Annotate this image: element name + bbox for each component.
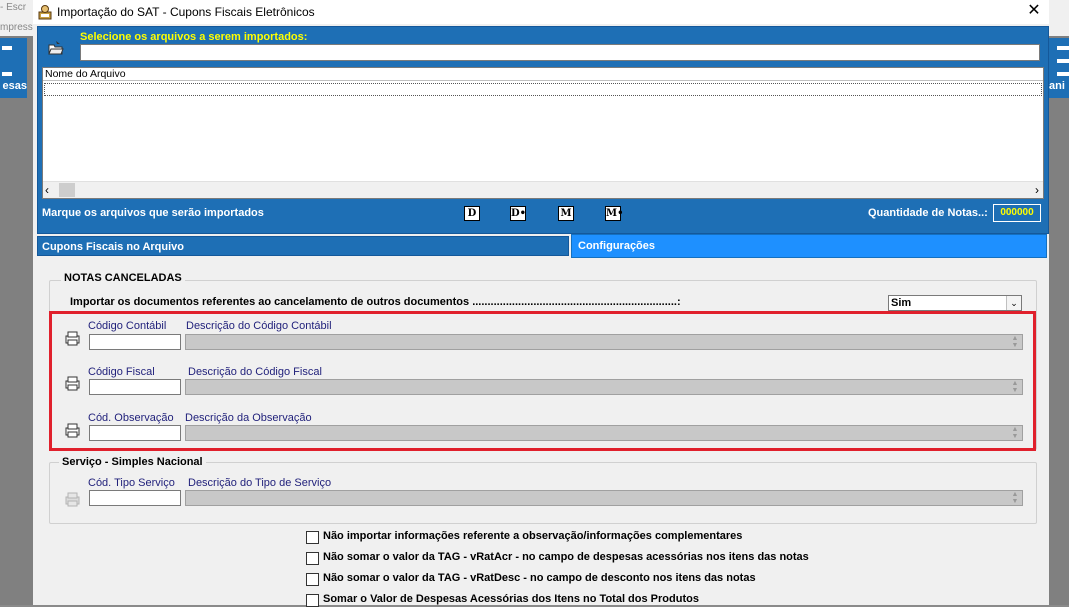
- printer-lookup-icon[interactable]: [64, 375, 82, 391]
- spin-icon: ▲ ▼: [1011, 380, 1019, 394]
- file-list-grid[interactable]: Nome do Arquivo ‹ ›: [42, 67, 1044, 199]
- codigo-fiscal-input[interactable]: [89, 379, 181, 395]
- import-dialog: Importação do SAT - Cupons Fiscais Eletr…: [33, 0, 1049, 607]
- grid-column-header[interactable]: Nome do Arquivo: [43, 68, 1043, 81]
- scrollbar-thumb[interactable]: [59, 183, 75, 197]
- window-title: Importação do SAT - Cupons Fiscais Eletr…: [57, 5, 315, 19]
- background-app-left-top: - Escr mpress: [0, 0, 33, 36]
- field-label: Código Fiscal: [88, 366, 155, 378]
- checkbox-label[interactable]: Não somar o valor da TAG - vRatAcr - no …: [323, 551, 809, 563]
- field-label: Cód. Tipo Serviço: [88, 477, 175, 489]
- background-toolbar-button[interactable]: esas: [0, 38, 27, 98]
- spin-icon: ▲ ▼: [1011, 335, 1019, 349]
- app-icon: [38, 5, 52, 20]
- field-label: Descrição do Código Contábil: [186, 320, 332, 332]
- select-files-label: Selecione os arquivos a serem importados…: [80, 31, 308, 43]
- quantity-value: 000000: [993, 204, 1041, 222]
- desmarcar-todos-button[interactable]: D•: [510, 206, 526, 221]
- field-label: Cód. Observação: [88, 412, 174, 424]
- close-button[interactable]: ✕: [1019, 0, 1049, 24]
- quantity-label: Quantidade de Notas..:: [868, 207, 988, 219]
- field-label: Descrição da Observação: [185, 412, 312, 424]
- checkbox-label[interactable]: Somar o Valor de Despesas Acessórias dos…: [323, 593, 699, 605]
- group-title: NOTAS CANCELADAS: [61, 272, 185, 284]
- descricao-codigo-contabil-input: ▲ ▼: [185, 334, 1023, 350]
- group-title: Serviço - Simples Nacional: [59, 456, 206, 468]
- tab-configuracoes[interactable]: Configurações: [571, 234, 1047, 258]
- descricao-tipo-servico-input: ▲ ▼: [185, 490, 1023, 506]
- title-bar: Importação do SAT - Cupons Fiscais Eletr…: [33, 0, 1049, 24]
- cod-tipo-servico-input[interactable]: [89, 490, 181, 506]
- background-text: mpress: [0, 22, 33, 33]
- checkbox-label[interactable]: Não importar informações referente a obs…: [323, 530, 742, 542]
- printer-lookup-icon: [65, 492, 80, 507]
- horizontal-scrollbar[interactable]: ‹ ›: [43, 181, 1043, 198]
- field-label: Descrição do Código Fiscal: [188, 366, 322, 378]
- tab-cupons-fiscais[interactable]: Cupons Fiscais no Arquivo: [37, 236, 569, 256]
- spin-icon: ▲ ▼: [1011, 426, 1019, 440]
- folder-open-icon[interactable]: [47, 40, 65, 56]
- printer-lookup-icon[interactable]: [64, 422, 82, 438]
- scroll-right-icon[interactable]: ›: [1035, 182, 1039, 198]
- table-row[interactable]: [44, 83, 1042, 96]
- spin-icon: ▲ ▼: [1011, 491, 1019, 505]
- field-label: Descrição do Tipo de Serviço: [188, 477, 332, 489]
- chevron-down-icon[interactable]: ⌄: [1006, 296, 1021, 310]
- menu-icon: [1057, 46, 1069, 76]
- scroll-left-icon[interactable]: ‹: [45, 182, 49, 198]
- desmarcar-button[interactable]: D: [464, 206, 480, 221]
- cod-observacao-input[interactable]: [89, 425, 181, 441]
- checkbox-label[interactable]: Não somar o valor da TAG - vRatDesc - no…: [323, 572, 756, 584]
- background-app-right-top: [1049, 0, 1069, 36]
- import-cancel-select[interactable]: Sim ⌄: [888, 295, 1022, 311]
- background-toolbar-button[interactable]: ani: [1049, 38, 1069, 98]
- marcar-todos-button[interactable]: M•: [605, 206, 623, 221]
- files-panel: Selecione os arquivos a serem importados…: [37, 26, 1049, 234]
- background-text: - Escr: [0, 2, 27, 13]
- codigo-contabil-input[interactable]: [89, 334, 181, 350]
- field-label: Código Contábil: [88, 320, 167, 332]
- checkbox-nao-somar-vratdesc[interactable]: [306, 573, 319, 586]
- checkbox-nao-importar-obs[interactable]: [306, 531, 319, 544]
- checkbox-somar-despesas[interactable]: [306, 594, 319, 607]
- list-icon: [2, 46, 12, 76]
- background-button-label: ani: [1049, 80, 1065, 92]
- checkbox-nao-somar-vratacr[interactable]: [306, 552, 319, 565]
- background-button-label: esas: [2, 80, 27, 92]
- import-cancel-label: Importar os documentos referentes ao can…: [70, 296, 681, 308]
- select-value: Sim: [891, 297, 912, 309]
- descricao-observacao-input: ▲ ▼: [185, 425, 1023, 441]
- file-path-input[interactable]: [80, 44, 1040, 61]
- printer-lookup-icon[interactable]: [64, 330, 82, 346]
- mark-files-label: Marque os arquivos que serão importados: [42, 207, 264, 219]
- marcar-button[interactable]: M: [558, 206, 574, 221]
- descricao-codigo-fiscal-input: ▲ ▼: [185, 379, 1023, 395]
